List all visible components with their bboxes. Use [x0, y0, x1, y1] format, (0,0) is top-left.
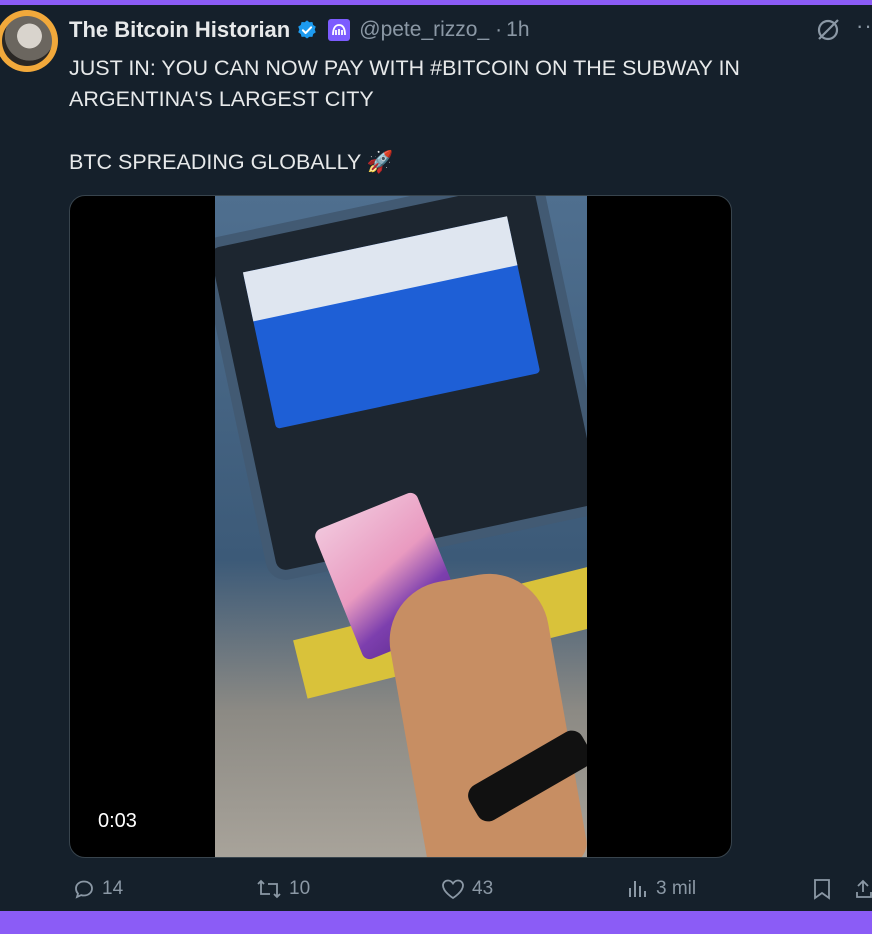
tweet-text-line2: BTC SPREADING GLOBALLY 🚀: [69, 150, 394, 174]
repost-icon: [257, 879, 281, 899]
reply-icon: [75, 880, 93, 899]
reply-count: 14: [102, 878, 124, 899]
like-button[interactable]: 43: [440, 877, 493, 901]
verified-badge-icon: [296, 19, 318, 41]
action-bar: 14 10 43 3 mil: [0, 877, 872, 909]
repost-button[interactable]: 10: [255, 877, 310, 901]
avatar[interactable]: [0, 10, 58, 72]
bookmark-button[interactable]: [811, 877, 839, 901]
more-icon[interactable]: ··: [856, 13, 872, 39]
views-button[interactable]: 3 mil: [626, 877, 696, 901]
timestamp[interactable]: 1h: [506, 18, 529, 42]
affiliate-badge-icon[interactable]: [328, 19, 351, 41]
share-button[interactable]: [855, 877, 872, 901]
tweet-card: The Bitcoin Historian @pete_rizzo_ · 1h …: [0, 5, 872, 911]
views-count: 3 mil: [656, 878, 697, 899]
video-frame: [215, 196, 587, 857]
separator: ·: [495, 18, 503, 41]
tweet-header: The Bitcoin Historian @pete_rizzo_ · 1h: [69, 15, 530, 45]
like-icon: [442, 879, 464, 900]
repost-count: 10: [289, 878, 311, 899]
bookmark-icon: [814, 879, 830, 900]
like-count: 43: [472, 878, 494, 899]
views-icon: [629, 881, 646, 897]
tweet-text-line1: JUST IN: YOU CAN NOW PAY WITH #BITCOIN O…: [69, 56, 740, 111]
video-player[interactable]: 0:03: [69, 195, 732, 858]
grok-icon[interactable]: [815, 17, 841, 43]
share-icon: [856, 879, 872, 898]
author-name[interactable]: The Bitcoin Historian: [69, 17, 290, 43]
video-duration: 0:03: [92, 808, 143, 835]
reply-button[interactable]: 14: [72, 877, 123, 901]
author-handle[interactable]: @pete_rizzo_: [359, 18, 489, 42]
tweet-text: JUST IN: YOU CAN NOW PAY WITH #BITCOIN O…: [69, 53, 829, 178]
